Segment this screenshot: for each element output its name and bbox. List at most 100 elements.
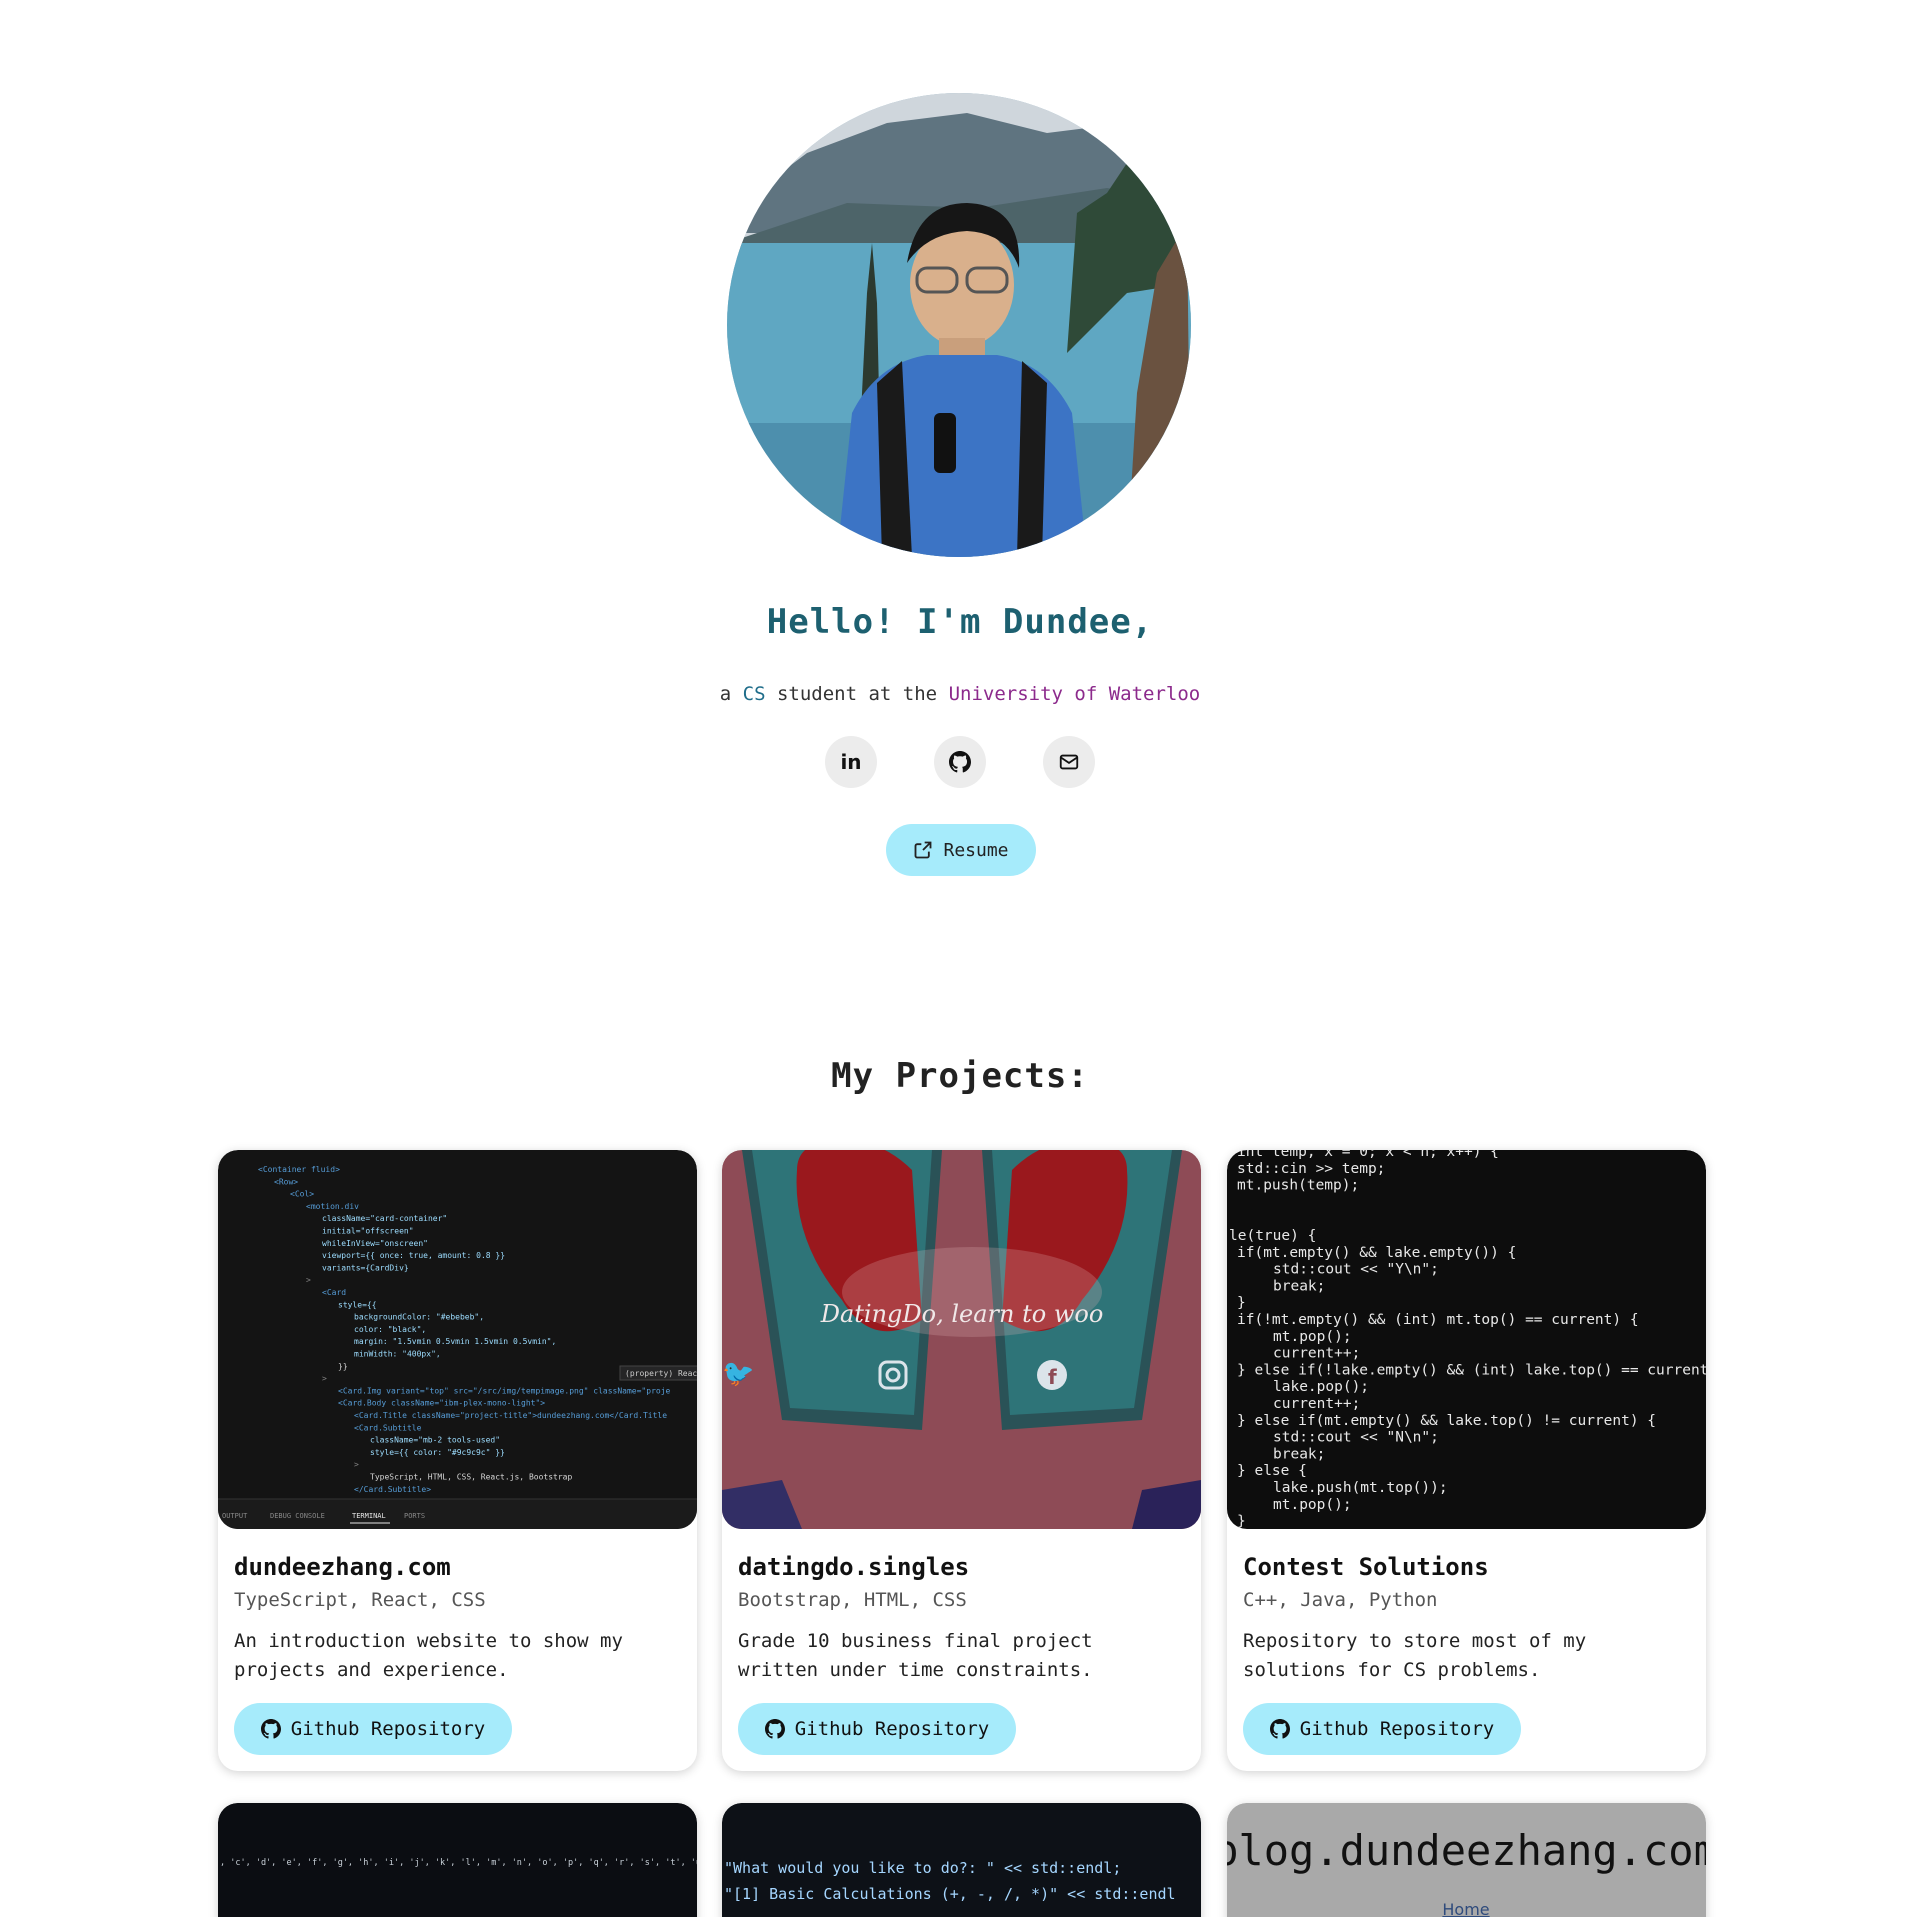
code-line: > [306, 1276, 311, 1285]
project-thumbnail: DatingDo, learn to woo 🐦 f [722, 1150, 1201, 1529]
code-tooltip: (property) Reac [625, 1369, 697, 1378]
tagline-prefix: a [719, 683, 743, 705]
code-line: <Container fluid> [258, 1165, 340, 1174]
project-card-row2-3: blog.dundeezhang.com Home [1227, 1803, 1706, 1917]
project-card-row2-1: , 'c', 'd', 'e', 'f', 'g', 'h', 'i', 'j'… [218, 1803, 697, 1917]
twitter-icon: 🐦 [722, 1359, 754, 1389]
code-line: std::cout << "N\n"; [1273, 1430, 1439, 1446]
thumbnail-code-line: "What would you like to do?: " << std::e… [724, 1859, 1121, 1877]
greeting-heading: Hello! I'm Dundee, [766, 602, 1154, 642]
code-line: <Card [322, 1288, 346, 1297]
code-line: le(true) { [1229, 1228, 1316, 1244]
code-line: > [354, 1460, 359, 1469]
code-line: <Col> [290, 1190, 314, 1199]
panel-tab[interactable]: PORTS [404, 1512, 425, 1520]
github-repo-button[interactable]: Github Repository [234, 1703, 512, 1755]
project-card-dundeezhang: <Container fluid> <Row> <Col> <motion.div cl… [218, 1150, 697, 1771]
svg-text:f: f [1048, 1365, 1057, 1389]
code-line: style={{ color: "#9c9c9c" }} [370, 1448, 505, 1457]
project-card-contest-solutions: int temp, x = 0; x < n; x++) {std::cin >… [1227, 1150, 1706, 1771]
code-line: viewport={{ once: true, amount: 0.8 }} [322, 1251, 505, 1260]
code-line: break; [1273, 1278, 1325, 1294]
project-card-datingdo: DatingDo, learn to woo 🐦 f datingdo.sing… [722, 1150, 1201, 1771]
project-description: Repository to store most of my solutions… [1243, 1630, 1587, 1681]
linkedin-icon: in [840, 750, 862, 774]
tagline-university[interactable]: University of Waterloo [949, 683, 1201, 705]
code-line: std::cout << "Y\n"; [1273, 1262, 1439, 1278]
linkedin-button[interactable]: in [825, 736, 877, 788]
code-line: <motion.div [306, 1202, 359, 1211]
github-repo-label: Github Repository [1299, 1718, 1495, 1740]
resume-button[interactable]: Resume [886, 824, 1036, 876]
project-card-row2-2: "What would you like to do?: " << std::e… [722, 1803, 1201, 1917]
code-line: variants={CardDiv} [322, 1263, 409, 1272]
social-links: in [0, 736, 1920, 788]
project-thumbnail: blog.dundeezhang.com Home [1227, 1803, 1706, 1917]
panel-tab[interactable]: DEBUG CONSOLE [270, 1512, 325, 1520]
external-link-icon [915, 841, 932, 859]
code-line: lake.pop(); [1273, 1379, 1369, 1395]
panel-tab[interactable]: OUTPUT [222, 1512, 248, 1520]
mail-icon [1059, 754, 1079, 770]
code-line: } else if(!lake.empty() && (int) lake.to… [1237, 1362, 1706, 1378]
panel-tab[interactable]: TERMINAL [352, 1512, 386, 1520]
project-description: Grade 10 business final project written … [738, 1630, 1093, 1681]
code-line: <Card.Subtitle [354, 1423, 422, 1432]
code-line: style={{ [338, 1300, 377, 1309]
github-repo-label: Github Repository [290, 1718, 486, 1740]
github-icon [949, 751, 971, 773]
project-thumbnail: "What would you like to do?: " << std::e… [722, 1803, 1201, 1917]
thumbnail-caption: DatingDo, learn to woo [820, 1300, 1104, 1328]
github-button[interactable] [934, 736, 986, 788]
code-line: margin: "1.5vmin 0.5vmin 1.5vmin 0.5vmin… [354, 1337, 556, 1346]
tagline: a CS student at the University of Waterl… [0, 683, 1920, 705]
project-tools: C++, Java, Python [1243, 1589, 1438, 1611]
project-thumbnail: , 'c', 'd', 'e', 'f', 'g', 'h', 'i', 'j'… [218, 1803, 697, 1917]
project-thumbnail: <Container fluid> <Row> <Col> <motion.div cl… [218, 1150, 697, 1529]
code-line: minWidth: "400px", [354, 1350, 441, 1359]
github-icon [1269, 1719, 1290, 1739]
code-line: break; [1273, 1446, 1325, 1462]
code-line: <Card.Title className="project-title">du… [354, 1411, 667, 1420]
code-line: } [1237, 1295, 1246, 1311]
code-line: <Card.Img variant="top" src="/src/img/te… [338, 1386, 671, 1395]
github-repo-button[interactable]: Github Repository [738, 1703, 1016, 1755]
project-title: datingdo.singles [738, 1553, 970, 1581]
github-icon [764, 1719, 785, 1739]
code-line: lake.push(mt.top()); [1273, 1480, 1448, 1496]
code-line: std::cin >> temp; [1237, 1161, 1385, 1177]
thumbnail-code-line: "[1] Basic Calculations (+, -, /, *)" <<… [724, 1885, 1176, 1903]
code-line: > [322, 1374, 327, 1383]
projects-heading: My Projects: [831, 1056, 1089, 1096]
project-tools: TypeScript, React, CSS [234, 1589, 486, 1611]
code-line: className="mb-2 tools-used" [370, 1436, 500, 1445]
code-line: if(mt.empty() && lake.empty()) { [1237, 1245, 1516, 1261]
thumbnail-blog-title: blog.dundeezhang.com [1227, 1826, 1706, 1875]
code-line: } else if(mt.empty() && lake.top() != cu… [1237, 1413, 1656, 1429]
code-line: current++; [1273, 1396, 1360, 1412]
code-line: mt.pop(); [1273, 1329, 1352, 1345]
github-repo-button[interactable]: Github Repository [1243, 1703, 1521, 1755]
code-line: whileInView="onscreen" [322, 1239, 428, 1248]
project-title: dundeezhang.com [234, 1553, 451, 1581]
code-line: <Card.Body className="ibm-plex-mono-ligh… [338, 1399, 545, 1408]
tagline-cs: CS [742, 683, 766, 705]
project-title: Contest Solutions [1243, 1553, 1489, 1581]
code-line: }} [338, 1362, 348, 1371]
code-line: mt.pop(); [1273, 1497, 1352, 1513]
code-line: } [1237, 1514, 1246, 1529]
resume-label: Resume [943, 839, 1009, 861]
thumbnail-code-line: , 'c', 'd', 'e', 'f', 'g', 'h', 'i', 'j'… [220, 1858, 697, 1868]
github-icon [260, 1719, 281, 1739]
code-line: int temp, x = 0; x < n; x++) { [1237, 1150, 1499, 1160]
profile-photo [727, 93, 1191, 557]
project-description: An introduction website to show my proje… [234, 1630, 623, 1681]
project-tools: Bootstrap, HTML, CSS [738, 1589, 967, 1611]
email-button[interactable] [1043, 736, 1095, 788]
code-line: color: "black", [354, 1325, 426, 1334]
github-repo-label: Github Repository [794, 1718, 990, 1740]
code-line: TypeScript, HTML, CSS, React.js, Bootstr… [370, 1473, 572, 1482]
code-line: mt.push(temp); [1237, 1178, 1359, 1194]
project-thumbnail: int temp, x = 0; x < n; x++) {std::cin >… [1227, 1150, 1706, 1529]
code-line: } else { [1237, 1463, 1307, 1479]
